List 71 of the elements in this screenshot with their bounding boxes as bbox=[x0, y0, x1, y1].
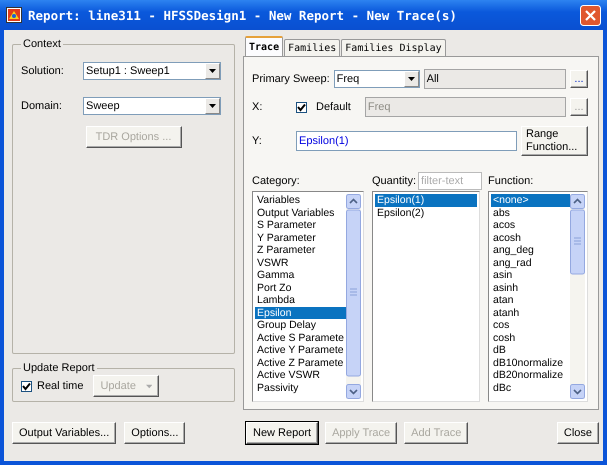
list-item[interactable]: cosh bbox=[491, 332, 570, 344]
list-item[interactable]: asin bbox=[491, 269, 570, 282]
group-title: Update Report bbox=[22, 362, 96, 374]
list-item[interactable]: dB10normalize bbox=[491, 356, 570, 369]
list-item[interactable]: Z Parameter bbox=[255, 244, 346, 256]
list-item[interactable]: asinh bbox=[491, 282, 570, 294]
group-title: Context bbox=[22, 38, 62, 50]
caret-icon bbox=[146, 384, 152, 388]
y-expression-field[interactable]: Epsilon(1) bbox=[296, 131, 517, 151]
window-title: Report: line311 - HFSSDesign1 - New Report - New Trace(s) bbox=[28, 8, 458, 22]
primary-sweep-dropdown[interactable]: Freq bbox=[334, 70, 420, 88]
real-time-checkbox[interactable] bbox=[21, 380, 32, 392]
app-icon bbox=[6, 7, 22, 23]
list-item[interactable]: cos bbox=[491, 319, 570, 332]
list-item[interactable]: Epsilon(2) bbox=[375, 206, 477, 219]
list-item[interactable]: Y Parameter bbox=[255, 232, 346, 244]
list-item[interactable]: abs bbox=[491, 206, 570, 219]
default-label: Default bbox=[316, 101, 351, 113]
y-label: Y: bbox=[252, 135, 263, 147]
solution-dropdown[interactable]: Setup1 : Sweep1 bbox=[83, 62, 221, 80]
scrollbar[interactable] bbox=[346, 194, 361, 399]
sweep-range-field[interactable]: All bbox=[424, 69, 566, 89]
tab[interactable]: Families Display bbox=[341, 39, 446, 56]
list-item[interactable]: Active Y Paramete bbox=[255, 344, 346, 356]
list-item[interactable]: acosh bbox=[491, 232, 570, 244]
list-item[interactable]: Epsilon bbox=[255, 306, 346, 319]
filter-field[interactable]: filter-text bbox=[418, 172, 482, 190]
range-function-button[interactable]: Range Function... bbox=[521, 126, 588, 156]
list-item[interactable]: Active S Paramete bbox=[255, 332, 346, 344]
list-item[interactable]: atan bbox=[491, 294, 570, 306]
close-button[interactable]: Close bbox=[556, 422, 599, 444]
real-time-label: Real time bbox=[37, 380, 84, 392]
domain-label: Domain: bbox=[21, 100, 63, 112]
tab[interactable]: Families bbox=[284, 39, 340, 56]
list-item[interactable]: Active Z Paramete bbox=[255, 356, 346, 369]
list-item[interactable]: <none> bbox=[491, 194, 570, 206]
dialog-button[interactable]: Output Variables... bbox=[12, 422, 116, 444]
list-item[interactable]: atanh bbox=[491, 306, 570, 319]
list-item[interactable]: Epsilon(1) bbox=[375, 194, 477, 206]
list-item[interactable]: Variables bbox=[255, 194, 346, 206]
list-item[interactable]: dB bbox=[491, 344, 570, 356]
list-item[interactable]: VSWR bbox=[255, 256, 346, 269]
list-item[interactable]: Group Delay bbox=[255, 319, 346, 332]
scrollbar[interactable] bbox=[570, 194, 585, 399]
function-label: Function: bbox=[488, 175, 534, 187]
primary-sweep-label: Primary Sweep: bbox=[252, 73, 330, 85]
list-item[interactable]: Port Zo bbox=[255, 282, 346, 294]
list-item[interactable]: dB20normalize bbox=[491, 369, 570, 382]
list-item[interactable]: Passivity bbox=[255, 382, 346, 394]
list-item[interactable]: dBc bbox=[491, 382, 570, 394]
dialog-button[interactable]: New Report bbox=[246, 422, 318, 444]
list-item[interactable]: Lambda bbox=[255, 294, 346, 306]
quantity-label: Quantity: bbox=[372, 175, 416, 187]
list-item[interactable]: S Parameter bbox=[255, 219, 346, 232]
solution-label: Solution: bbox=[21, 65, 65, 77]
browse-button[interactable]: ... bbox=[570, 70, 588, 88]
list-item[interactable]: ang_deg bbox=[491, 244, 570, 256]
close-icon[interactable] bbox=[580, 4, 601, 26]
domain-dropdown[interactable]: Sweep bbox=[83, 97, 221, 115]
x-label: X: bbox=[252, 101, 264, 113]
caret-icon bbox=[408, 77, 415, 81]
dialog-button[interactable]: Options... bbox=[124, 422, 186, 444]
list-item[interactable]: Gamma bbox=[255, 269, 346, 282]
caret-icon bbox=[209, 104, 216, 108]
caret-icon bbox=[209, 69, 216, 73]
category-label: Category: bbox=[252, 175, 300, 187]
list-item[interactable]: ang_rad bbox=[491, 256, 570, 269]
list-item[interactable]: Output Variables bbox=[255, 206, 346, 219]
tab[interactable]: Trace bbox=[245, 36, 284, 56]
list-item[interactable]: Active VSWR bbox=[255, 369, 346, 382]
list-item[interactable]: acos bbox=[491, 219, 570, 232]
